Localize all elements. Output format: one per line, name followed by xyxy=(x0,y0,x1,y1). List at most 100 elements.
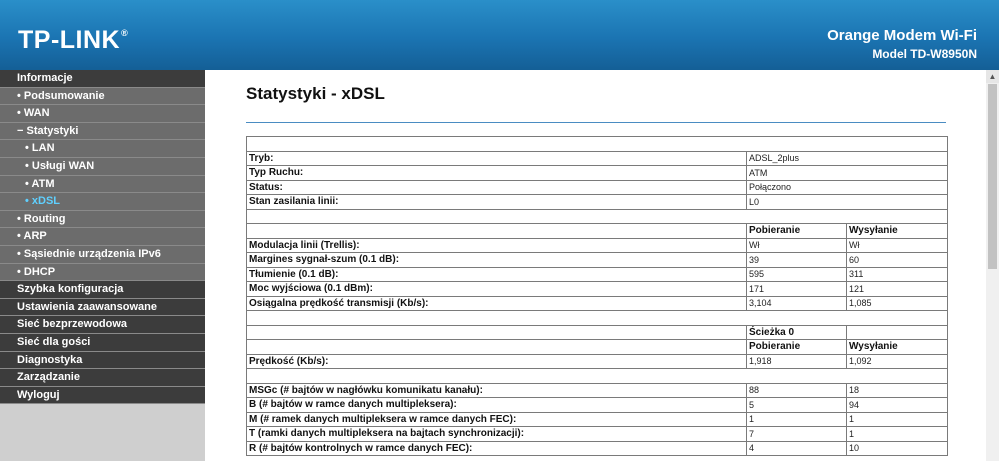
stat-label: Prędkość (Kb/s): xyxy=(246,353,747,369)
stat-label: T (ramki danych multipleksera na bajtach… xyxy=(246,426,747,442)
column-header xyxy=(845,324,949,340)
table-row: Typ Ruchu: ATM xyxy=(246,165,949,181)
table-row: Ścieżka 0 xyxy=(246,324,949,340)
spacer-cell xyxy=(245,208,949,224)
upstream-value: 18 xyxy=(845,382,949,398)
column-header: Pobieranie xyxy=(746,339,847,355)
column-header xyxy=(246,324,747,340)
scroll-up-arrow-icon[interactable]: ▲ xyxy=(986,70,999,83)
sidebar-item-routing[interactable]: • Routing xyxy=(0,210,205,229)
sidebar-item-wan[interactable]: • WAN xyxy=(0,105,205,123)
table-row: Modulacja linii (Trellis): Wł Wł xyxy=(246,237,949,253)
table-row: Margines sygnał-szum (0.1 dB): 39 60 xyxy=(246,252,949,268)
sidebar-item-lan[interactable]: • LAN xyxy=(0,140,205,158)
upstream-value: 94 xyxy=(845,397,949,413)
scrollbar[interactable]: ▲ xyxy=(986,70,999,461)
upstream-value: Wł xyxy=(845,237,949,253)
table-row: B (# bajtów w ramce danych multipleksera… xyxy=(246,397,949,413)
upstream-value: 1 xyxy=(845,411,949,427)
upstream-value: 1,085 xyxy=(845,295,949,311)
table-row: MSGc (# bajtów w nagłówku komunikatu kan… xyxy=(246,382,949,398)
upstream-value: 1,092 xyxy=(845,353,949,369)
downstream-value: 4 xyxy=(746,440,847,456)
sidebar-item-podsumowanie[interactable]: • Podsumowanie xyxy=(0,87,205,106)
stat-value: ADSL_2plus xyxy=(745,150,949,166)
menu-list: Informacje • Podsumowanie • WAN − Statystyk… xyxy=(0,70,205,405)
sidebar-item-xdsl[interactable]: • xDSL xyxy=(0,193,205,211)
sidebar-item-arp[interactable]: • ARP xyxy=(0,228,205,246)
page-title: Statystyki - xDSL xyxy=(246,84,385,103)
header-banner: TP-LINK® Orange Modem Wi-Fi Model TD-W89… xyxy=(0,0,999,71)
logo-text: TP-LINK xyxy=(18,26,121,54)
stat-value: Połączono xyxy=(745,179,949,195)
stat-label: Moc wyjściowa (0.1 dBm): xyxy=(246,281,747,297)
sidebar-item-diagnostyka[interactable]: Diagnostyka xyxy=(0,351,205,370)
stat-label: Margines sygnał-szum (0.1 dB): xyxy=(246,252,747,268)
stat-label: R (# bajtów kontrolnych w ramce danych F… xyxy=(246,440,747,456)
table-row: T (ramki danych multipleksera na bajtach… xyxy=(246,426,949,442)
sidebar-item-siec-bezprzewodowa[interactable]: Sieć bezprzewodowa xyxy=(0,316,205,334)
stat-label: M (# ramek danych multipleksera w ramce … xyxy=(246,411,747,427)
product-name: Orange Modem Wi-Fi xyxy=(827,27,977,44)
sidebar-item-wyloguj[interactable]: Wyloguj xyxy=(0,386,205,405)
title-divider xyxy=(246,122,946,123)
model-name: Model TD-W8950N xyxy=(872,47,977,61)
table-row: Osiągalna prędkość transmisji (Kb/s): 3,1… xyxy=(246,295,949,311)
table-row: Tłumienie (0.1 dB): 595 311 xyxy=(246,266,949,282)
stat-label: Tryb: xyxy=(246,150,747,166)
stat-label: Osiągalna prędkość transmisji (Kb/s): xyxy=(246,295,747,311)
table-row: Prędkość (Kb/s): 1,918 1,092 xyxy=(246,353,949,369)
table-row: Stan zasilania linii: L0 xyxy=(246,194,949,210)
stat-label: Typ Ruchu: xyxy=(246,165,747,181)
table-row: Pobieranie Wysyłanie xyxy=(246,223,949,239)
registered-mark: ® xyxy=(121,28,129,38)
sidebar-item-siec-dla-gosci[interactable]: Sieć dla gości xyxy=(0,333,205,352)
column-header: Ścieżka 0 xyxy=(746,324,847,340)
sidebar-item-zarzadzanie[interactable]: Zarządzanie xyxy=(0,369,205,387)
column-header xyxy=(246,339,747,355)
stat-label: MSGc (# bajtów w nagłówku komunikatu kan… xyxy=(246,382,747,398)
spacer-cell xyxy=(245,136,949,152)
upstream-value: 60 xyxy=(845,252,949,268)
stat-label: B (# bajtów w ramce danych multipleksera… xyxy=(246,397,747,413)
table-row: Tryb: ADSL_2plus xyxy=(246,150,949,166)
sidebar-menu: Informacje • Podsumowanie • WAN − Statystyk… xyxy=(0,70,205,461)
sidebar-item-informacje[interactable]: Informacje xyxy=(0,70,205,88)
table-row: R (# bajtów kontrolnych w ramce danych F… xyxy=(246,440,949,456)
sidebar-item-sasiednie-urzadzenia-ipv6[interactable]: • Sąsiednie urządzenia IPv6 xyxy=(0,245,205,264)
downstream-value: 171 xyxy=(746,281,847,297)
downstream-value: 39 xyxy=(746,252,847,268)
table-row xyxy=(245,136,949,152)
column-header: Wysyłanie xyxy=(845,223,949,239)
table-row: M (# ramek danych multipleksera w ramce … xyxy=(246,411,949,427)
sidebar-item-uslugi-wan[interactable]: • Usługi WAN xyxy=(0,157,205,176)
stat-value: ATM xyxy=(745,165,949,181)
table-row: Pobieranie Wysyłanie xyxy=(246,339,949,355)
sidebar-item-szybka-konfiguracja[interactable]: Szybka konfiguracja xyxy=(0,281,205,299)
xdsl-stats-table: Tryb: ADSL_2plus Typ Ruchu: ATM Status: Połąc… xyxy=(245,136,949,456)
downstream-value: 7 xyxy=(746,426,847,442)
stat-label: Status: xyxy=(246,179,747,195)
downstream-value: 1 xyxy=(746,411,847,427)
downstream-value: 88 xyxy=(746,382,847,398)
column-header: Pobieranie xyxy=(746,223,847,239)
downstream-value: 1,918 xyxy=(746,353,847,369)
sidebar-item-ustawienia-zaawansowane[interactable]: Ustawienia zaawansowane xyxy=(0,298,205,317)
sidebar-item-statystyki[interactable]: − Statystyki xyxy=(0,122,205,141)
column-header: Wysyłanie xyxy=(845,339,949,355)
table-row xyxy=(245,208,949,224)
downstream-value: 3,104 xyxy=(746,295,847,311)
table-row: Moc wyjściowa (0.1 dBm): 171 121 xyxy=(246,281,949,297)
upstream-value: 10 xyxy=(845,440,949,456)
sidebar-item-atm[interactable]: • ATM xyxy=(0,175,205,194)
downstream-value: 5 xyxy=(746,397,847,413)
scroll-thumb[interactable] xyxy=(988,84,997,269)
upstream-value: 311 xyxy=(845,266,949,282)
stat-label: Stan zasilania linii: xyxy=(246,194,747,210)
sidebar-item-dhcp[interactable]: • DHCP xyxy=(0,263,205,282)
column-header xyxy=(246,223,747,239)
stat-value: L0 xyxy=(745,194,949,210)
tp-link-logo: TP-LINK® xyxy=(18,26,128,55)
spacer-cell xyxy=(245,310,949,326)
upstream-value: 121 xyxy=(845,281,949,297)
